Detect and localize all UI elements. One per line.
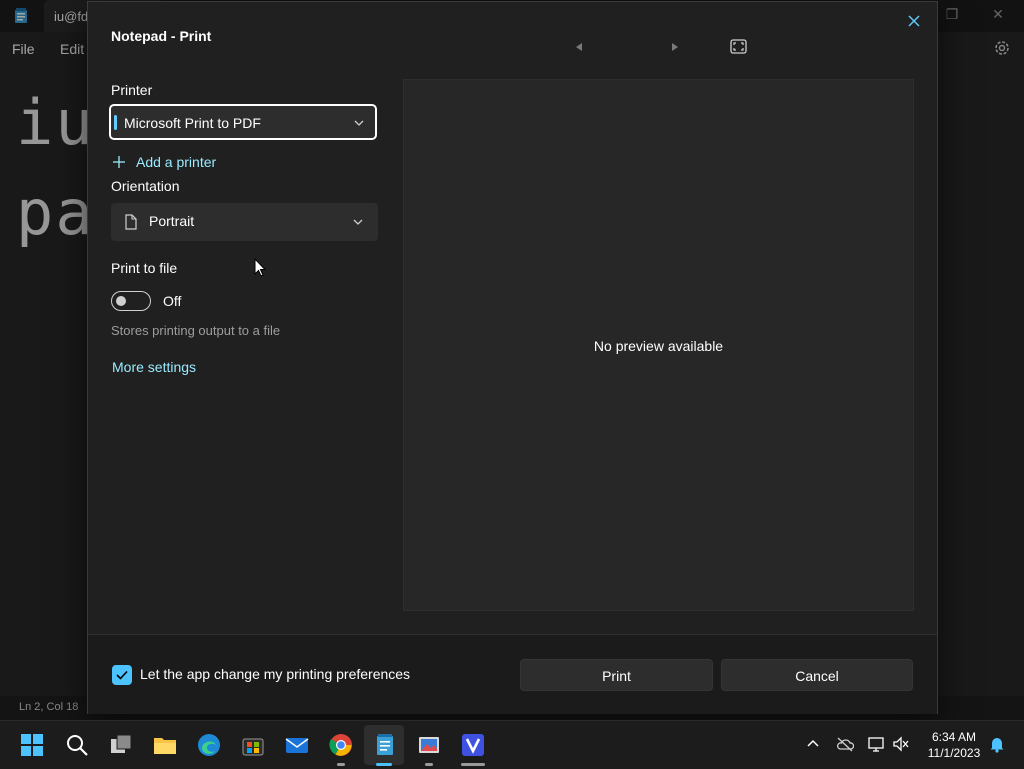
- print-to-file-toggle[interactable]: [111, 291, 151, 311]
- close-icon[interactable]: [903, 10, 925, 32]
- dialog-title: Notepad - Print: [111, 28, 212, 44]
- edge-browser-icon[interactable]: [197, 733, 221, 757]
- fit-to-window-icon[interactable]: [730, 39, 747, 54]
- focus-accent: [114, 115, 117, 130]
- system-clock[interactable]: 6:34 AM 11/1/2023: [916, 729, 992, 761]
- print-to-file-label: Print to file: [111, 260, 178, 276]
- more-settings-link[interactable]: More settings: [112, 359, 196, 375]
- chevron-down-icon: [354, 120, 364, 126]
- chrome-icon[interactable]: [329, 733, 353, 757]
- preferences-checkbox[interactable]: [112, 665, 132, 685]
- preview-message: No preview available: [593, 338, 724, 354]
- toggle-state: Off: [163, 293, 182, 309]
- print-preview: No preview available: [403, 79, 914, 611]
- plus-icon: [113, 156, 125, 168]
- page-icon: [125, 214, 137, 230]
- chevron-up-icon[interactable]: [804, 735, 822, 753]
- task-view-icon[interactable]: [109, 733, 133, 757]
- paint-app-icon[interactable]: [417, 733, 441, 757]
- clock-date: 11/1/2023: [927, 746, 981, 760]
- search-icon[interactable]: [65, 733, 89, 757]
- mail-icon[interactable]: [285, 733, 309, 757]
- dialog-footer: Let the app change my printing preferenc…: [88, 634, 937, 714]
- previous-page-icon[interactable]: [574, 42, 584, 52]
- network-icon[interactable]: [867, 735, 885, 753]
- microsoft-store-icon[interactable]: [241, 733, 265, 757]
- printer-label: Printer: [111, 82, 153, 98]
- running-indicator: [337, 763, 345, 766]
- orientation-label: Orientation: [111, 178, 180, 194]
- active-indicator: [376, 763, 392, 766]
- next-page-icon[interactable]: [670, 42, 680, 52]
- checkmark-icon: [116, 670, 128, 680]
- taskbar: 6:34 AM 11/1/2023: [0, 720, 1024, 769]
- speaker-muted-icon[interactable]: [892, 735, 910, 753]
- preferences-checkbox-label: Let the app change my printing preferenc…: [140, 666, 411, 682]
- add-printer-label: Add a printer: [136, 154, 217, 170]
- file-explorer-icon[interactable]: [153, 733, 177, 757]
- print-dialog: Notepad - Print Printer Microsoft Print …: [87, 1, 938, 714]
- windows-start-icon[interactable]: [20, 733, 44, 757]
- onedrive-icon[interactable]: [836, 735, 854, 753]
- chevron-down-icon: [353, 219, 363, 225]
- running-indicator: [461, 763, 485, 766]
- notepad-taskbar-icon[interactable]: [373, 733, 397, 757]
- print-button[interactable]: Print: [520, 659, 713, 691]
- running-indicator: [425, 763, 433, 766]
- orientation-dropdown[interactable]: Portrait: [111, 203, 378, 241]
- printer-selected: Microsoft Print to PDF: [124, 115, 261, 131]
- toggle-knob: [116, 296, 126, 306]
- print-to-file-description: Stores printing output to a file: [111, 323, 281, 338]
- v-app-icon[interactable]: [461, 733, 485, 757]
- printer-dropdown[interactable]: Microsoft Print to PDF: [109, 104, 377, 140]
- notification-bell-icon[interactable]: [988, 735, 1006, 753]
- mouse-cursor-icon: [254, 258, 266, 277]
- orientation-selected: Portrait: [149, 213, 195, 229]
- clock-time: 6:34 AM: [931, 730, 977, 744]
- cancel-button[interactable]: Cancel: [721, 659, 913, 691]
